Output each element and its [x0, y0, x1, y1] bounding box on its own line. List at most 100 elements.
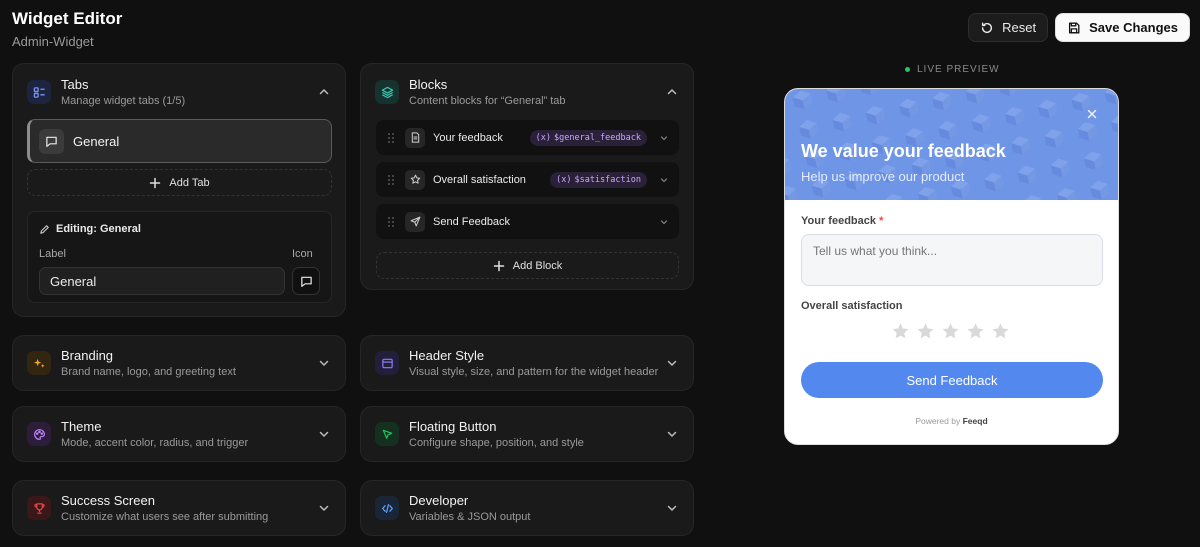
plus-icon	[150, 177, 161, 188]
header-style-section-header[interactable]: Header Style Visual style, size, and pat…	[361, 336, 693, 390]
section-title: Theme	[61, 419, 102, 434]
star-icon[interactable]	[891, 322, 910, 341]
tab-item-general[interactable]: General	[27, 119, 332, 163]
tabs-card: Tabs Manage widget tabs (1/5) General Ad…	[12, 63, 346, 317]
layout-icon	[381, 358, 393, 368]
theme-section[interactable]: Theme Mode, accent color, radius, and tr…	[12, 406, 346, 462]
section-title: Success Screen	[61, 493, 155, 508]
blocks-card-header[interactable]: Blocks Content blocks for “General” tab	[361, 64, 693, 120]
branding-section[interactable]: Branding Brand name, logo, and greeting …	[12, 335, 346, 391]
block-icon-box	[405, 127, 425, 148]
feedback-label-text: Your feedback	[801, 215, 876, 227]
variable-icon: (x)	[556, 174, 572, 185]
send-feedback-button[interactable]: Send Feedback	[801, 362, 1103, 398]
save-icon	[1069, 22, 1080, 33]
reset-icon	[982, 21, 993, 33]
section-desc: Variables & JSON output	[409, 511, 531, 523]
live-status-dot	[905, 67, 910, 72]
required-mark: *	[879, 215, 884, 227]
block-icon-box	[405, 211, 425, 232]
tab-icon-picker[interactable]	[292, 267, 320, 295]
block-label: Send Feedback	[433, 215, 511, 228]
code-icon	[381, 503, 393, 513]
add-tab-button[interactable]: Add Tab	[27, 169, 332, 196]
section-icon-box	[27, 496, 51, 520]
chevron-down-icon[interactable]	[665, 427, 679, 441]
tabs-card-title: Tabs	[61, 77, 89, 92]
developer-section[interactable]: Developer Variables & JSON output	[360, 480, 694, 536]
add-block-button[interactable]: Add Block	[376, 252, 679, 279]
pencil-icon	[40, 224, 49, 234]
tab-label-input[interactable]	[39, 267, 285, 295]
drag-handle-icon[interactable]	[386, 174, 396, 186]
section-icon-box	[27, 351, 51, 375]
page-title: Widget Editor	[12, 9, 123, 28]
palette-icon	[33, 428, 45, 440]
section-desc: Brand name, logo, and greeting text	[61, 366, 236, 378]
star-icon[interactable]	[966, 322, 985, 341]
chevron-down-icon[interactable]	[659, 217, 669, 227]
powered-brand[interactable]: Feeqd	[963, 416, 988, 426]
developer-section-header[interactable]: Developer Variables & JSON output	[361, 481, 693, 535]
section-title: Header Style	[409, 348, 485, 363]
label-caption: Label	[39, 248, 66, 260]
section-icon-box	[375, 351, 399, 375]
success-screen-section-header[interactable]: Success Screen Customize what users see …	[13, 481, 345, 535]
drag-handle-icon[interactable]	[386, 132, 396, 144]
tabs-card-header[interactable]: Tabs Manage widget tabs (1/5)	[13, 64, 345, 120]
satisfaction-label: Overall satisfaction	[801, 300, 903, 312]
add-tab-label: Add Tab	[169, 176, 210, 189]
edit-panel-title: Editing: General	[39, 223, 141, 235]
star-icon[interactable]	[941, 322, 960, 341]
widget-preview: We value your feedback Help us improve o…	[784, 88, 1119, 445]
close-icon[interactable]	[1085, 107, 1099, 121]
tab-item-label: General	[73, 133, 120, 149]
drag-handle-icon[interactable]	[386, 216, 396, 228]
variable-badge: (x) $general_feedback	[529, 129, 647, 146]
floating-button-section-header[interactable]: Floating Button Configure shape, positio…	[361, 407, 693, 461]
floating-button-section[interactable]: Floating Button Configure shape, positio…	[360, 406, 694, 462]
app-header: Widget Editor Admin-Widget	[12, 8, 122, 49]
star-icon	[410, 174, 420, 184]
chevron-down-icon[interactable]	[317, 501, 331, 515]
block-label: Overall satisfaction	[433, 173, 526, 186]
save-changes-button[interactable]: Save Changes	[1055, 13, 1190, 42]
add-block-label: Add Block	[512, 259, 563, 272]
blocks-card-desc: Content blocks for “General” tab	[409, 95, 566, 107]
tab-edit-panel: Editing: General Label Icon	[27, 211, 332, 303]
star-icon[interactable]	[991, 322, 1010, 341]
header-style-section[interactable]: Header Style Visual style, size, and pat…	[360, 335, 694, 391]
chevron-down-icon[interactable]	[659, 133, 669, 143]
widget-greeting: We value your feedback	[801, 141, 1006, 161]
star-icon[interactable]	[916, 322, 935, 341]
block-row-overall-satisfaction[interactable]: Overall satisfaction (x) $satisfaction	[376, 162, 679, 197]
chevron-down-icon[interactable]	[317, 356, 331, 370]
chevron-down-icon[interactable]	[659, 175, 669, 185]
chevron-up-icon[interactable]	[665, 85, 679, 99]
message-square-icon	[300, 276, 312, 287]
cursor-icon	[382, 429, 392, 439]
blocks-card-icon-box	[375, 80, 399, 104]
branding-section-header[interactable]: Branding Brand name, logo, and greeting …	[13, 336, 345, 390]
edit-panel-title-text: Editing: General	[56, 223, 141, 235]
success-screen-section[interactable]: Success Screen Customize what users see …	[12, 480, 346, 536]
powered-by: Powered by Feeqd	[785, 416, 1118, 426]
chevron-down-icon[interactable]	[665, 501, 679, 515]
section-icon-box	[27, 422, 51, 446]
theme-section-header[interactable]: Theme Mode, accent color, radius, and tr…	[13, 407, 345, 461]
feedback-textarea[interactable]	[801, 234, 1103, 286]
chevron-down-icon[interactable]	[317, 427, 331, 441]
chevron-down-icon[interactable]	[665, 356, 679, 370]
live-preview-label: LIVE PREVIEW	[905, 64, 1000, 75]
variable-badge: (x) $satisfaction	[550, 171, 647, 188]
chevron-up-icon[interactable]	[317, 85, 331, 99]
section-title: Floating Button	[409, 419, 497, 434]
tabs-card-desc: Manage widget tabs (1/5)	[61, 95, 186, 107]
block-row-send-feedback[interactable]: Send Feedback	[376, 204, 679, 239]
sparkles-icon	[33, 358, 45, 368]
powered-prefix: Powered by	[915, 416, 961, 426]
block-row-your-feedback[interactable]: Your feedback (x) $general_feedback	[376, 120, 679, 155]
reset-label: Reset	[1002, 20, 1037, 35]
message-square-icon	[46, 136, 57, 147]
reset-button[interactable]: Reset	[968, 13, 1049, 42]
